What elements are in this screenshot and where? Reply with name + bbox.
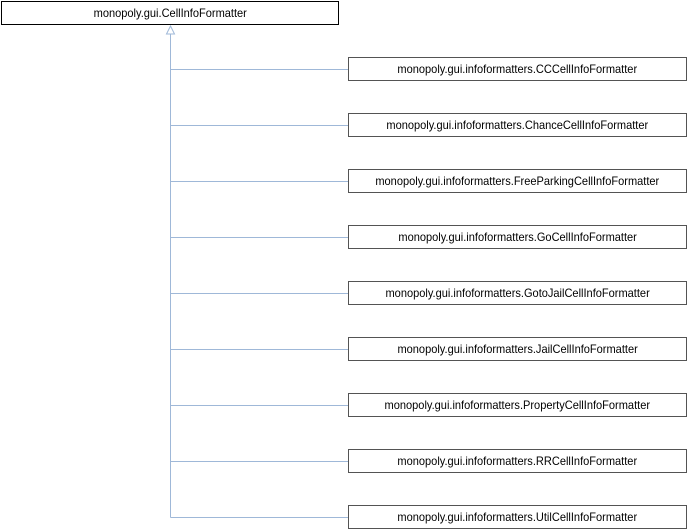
derived-class-label: monopoly.gui.infoformatters.GoCellInfoFo… (398, 230, 637, 244)
derived-class-label: monopoly.gui.infoformatters.FreeParkingC… (375, 174, 660, 188)
inheritance-arrowhead-icon (165, 24, 176, 35)
base-class-label: monopoly.gui.CellInfoFormatter (93, 6, 247, 20)
derived-class-node[interactable]: monopoly.gui.infoformatters.RRCellInfoFo… (348, 449, 687, 473)
class-inheritance-diagram: monopoly.gui.CellInfoFormatter monopoly.… (0, 0, 688, 529)
derived-class-node[interactable]: monopoly.gui.infoformatters.GotoJailCell… (348, 281, 687, 305)
derived-class-label: monopoly.gui.infoformatters.PropertyCell… (384, 398, 651, 412)
derived-class-label: monopoly.gui.infoformatters.GotoJailCell… (385, 286, 650, 300)
derived-class-node[interactable]: monopoly.gui.infoformatters.CCCellInfoFo… (348, 57, 687, 81)
derived-class-node[interactable]: monopoly.gui.infoformatters.UtilCellInfo… (348, 505, 687, 529)
derived-class-label: monopoly.gui.infoformatters.UtilCellInfo… (397, 510, 638, 524)
derived-class-node[interactable]: monopoly.gui.infoformatters.FreeParkingC… (348, 169, 687, 193)
derived-class-node[interactable]: monopoly.gui.infoformatters.GoCellInfoFo… (348, 225, 687, 249)
derived-class-label: monopoly.gui.infoformatters.CCCellInfoFo… (397, 62, 638, 76)
derived-class-node[interactable]: monopoly.gui.infoformatters.ChanceCellIn… (348, 113, 687, 137)
derived-class-node[interactable]: monopoly.gui.infoformatters.JailCellInfo… (348, 337, 687, 361)
derived-class-label: monopoly.gui.infoformatters.JailCellInfo… (397, 342, 638, 356)
derived-class-label: monopoly.gui.infoformatters.ChanceCellIn… (386, 118, 649, 132)
derived-class-node[interactable]: monopoly.gui.infoformatters.PropertyCell… (348, 393, 687, 417)
base-class-node[interactable]: monopoly.gui.CellInfoFormatter (1, 1, 339, 25)
derived-class-label: monopoly.gui.infoformatters.RRCellInfoFo… (397, 454, 638, 468)
